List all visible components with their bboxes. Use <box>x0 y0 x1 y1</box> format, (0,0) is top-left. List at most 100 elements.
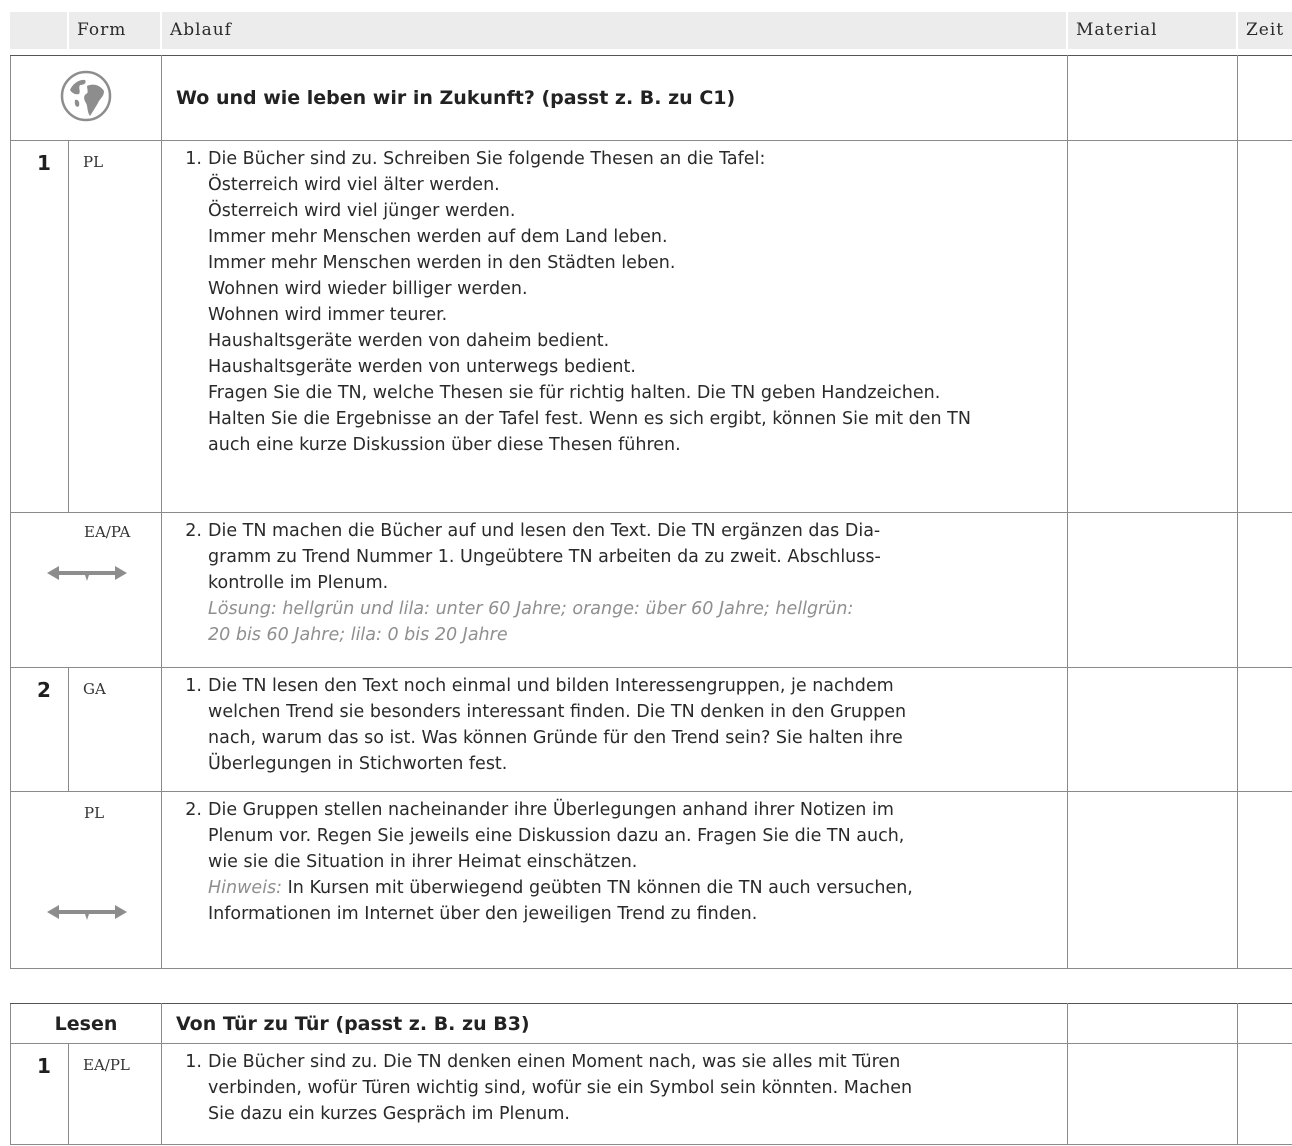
solution-line: 20 bis 60 Jahre; lila: 0 bis 20 Jahre <box>208 625 508 645</box>
step-line: welchen Trend sie besonders interessant … <box>208 702 907 722</box>
step-line: nach, warum das so ist. Was können Gründ… <box>208 728 903 748</box>
section-1-icon-cell <box>10 55 162 141</box>
column-header-bar: Form Ablauf Material Zeit <box>10 12 1292 49</box>
header-form-label: Form <box>77 20 127 40</box>
header-ablauf: Ablauf <box>162 12 1066 49</box>
step-line: Haushaltsgeräte werden von unterwegs bed… <box>208 357 636 377</box>
section-2-label-cell: Lesen <box>10 1003 162 1044</box>
step-line: auch eine kurze Diskussion über diese Th… <box>208 435 681 455</box>
step-block: 1. Die TN lesen den Text noch einmal und… <box>162 668 1067 783</box>
step-line: Österreich wird viel jünger werden. <box>208 201 516 221</box>
step-line: Wohnen wird immer teurer. <box>208 305 448 325</box>
row-form-cell: EA/PA <box>10 512 162 668</box>
step-line: gramm zu Trend Nummer 1. Ungeübtere TN a… <box>208 547 881 567</box>
step-line: Immer mehr Menschen werden in den Städte… <box>208 253 676 273</box>
row-ablauf-cell: 1. Die TN lesen den Text noch einmal und… <box>161 667 1068 792</box>
step-line: Überlegungen in Stichworten fest. <box>208 754 508 774</box>
table-row: PL 2. Die Gruppen stellen nacheinander i… <box>10 791 1292 969</box>
step-number: 2. <box>185 521 202 541</box>
double-arrow-icon <box>47 905 127 920</box>
row-material-cell <box>1067 1043 1238 1145</box>
section-2-title: Von Tür zu Tür (passt z. B. zu B3) <box>176 1012 530 1035</box>
step-line: Die TN lesen den Text noch einmal und bi… <box>208 676 894 696</box>
step-text: Die TN machen die Bücher auf und lesen d… <box>206 518 881 648</box>
section-2-title-cell: Von Tür zu Tür (passt z. B. zu B3) <box>161 1003 1068 1044</box>
row-form: PL <box>83 153 104 171</box>
step-line: Wohnen wird wieder billiger werden. <box>208 279 528 299</box>
row-form-cell: PL <box>10 791 162 969</box>
header-ablauf-label: Ablauf <box>170 20 232 40</box>
step-text: Die Bücher sind zu. Schreiben Sie folgen… <box>206 146 971 458</box>
step-block: 2. Die TN machen die Bücher auf und lese… <box>162 513 1067 654</box>
hint-label: Hinweis: <box>208 878 283 898</box>
row-form-cell: GA <box>68 667 162 792</box>
step-line: Plenum vor. Regen Sie jeweils eine Disku… <box>208 826 905 846</box>
row-ablauf-cell: 1. Die Bücher sind zu. Die TN denken ein… <box>161 1043 1068 1145</box>
row-number-cell: 2 <box>10 667 69 792</box>
step-line: Haushaltsgeräte werden von daheim bedien… <box>208 331 610 351</box>
section-1-material-cell <box>1067 55 1238 141</box>
row-number-cell: 1 <box>10 1043 69 1145</box>
section-2-table: Lesen Von Tür zu Tür (passt z. B. zu B3)… <box>10 1003 1292 1145</box>
header-blank <box>10 12 67 49</box>
globe-icon <box>60 70 112 122</box>
section-1-title: Wo und wie leben wir in Zukunft? (passt … <box>176 87 736 109</box>
section-1-title-row: Wo und wie leben wir in Zukunft? (passt … <box>10 55 1292 141</box>
section-2-title-row: Lesen Von Tür zu Tür (passt z. B. zu B3) <box>10 1003 1292 1044</box>
row-form-cell: PL <box>68 140 162 513</box>
row-form-cell: EA/PL <box>68 1043 162 1145</box>
row-number: 1 <box>37 1054 51 1078</box>
table-row: 1 PL 1. Die Bücher sind zu. Schreiben Si… <box>10 140 1292 513</box>
section-2-zeit-cell <box>1237 1003 1292 1044</box>
step-line: Immer mehr Menschen werden auf dem Land … <box>208 227 668 247</box>
row-material-cell <box>1067 512 1238 668</box>
step-number: 1. <box>185 149 202 169</box>
step-number: 2. <box>185 800 202 820</box>
step-text: Die Bücher sind zu. Die TN denken einen … <box>206 1049 912 1127</box>
step-line: Informationen im Internet über den jewei… <box>208 904 758 924</box>
step-line: Sie dazu ein kurzes Gespräch im Plenum. <box>208 1104 570 1124</box>
row-form: GA <box>83 680 106 698</box>
row-number: 1 <box>37 151 51 175</box>
section-2-material-cell <box>1067 1003 1238 1044</box>
step-number: 1. <box>185 676 202 696</box>
row-zeit-cell <box>1237 791 1292 969</box>
row-zeit-cell <box>1237 667 1292 792</box>
hint-line: Hinweis: In Kursen mit überwiegend geübt… <box>208 875 913 901</box>
row-material-cell <box>1067 667 1238 792</box>
row-number-cell: 1 <box>10 140 69 513</box>
header-material: Material <box>1068 12 1236 49</box>
row-zeit-cell <box>1237 512 1292 668</box>
step-text: Die Gruppen stellen nacheinander ihre Üb… <box>206 797 913 927</box>
hint-text: In Kursen mit überwiegend geübten TN kön… <box>282 878 913 898</box>
step-block: 1. Die Bücher sind zu. Schreiben Sie fol… <box>162 141 1067 464</box>
table-row: 1 EA/PL 1. Die Bücher sind zu. Die TN de… <box>10 1043 1292 1145</box>
header-form: Form <box>69 12 160 49</box>
row-zeit-cell <box>1237 1043 1292 1145</box>
row-number: 2 <box>37 678 51 702</box>
table-row: 2 GA 1. Die TN lesen den Text noch einma… <box>10 667 1292 792</box>
section-1-title-cell: Wo und wie leben wir in Zukunft? (passt … <box>161 55 1068 141</box>
step-line: Österreich wird viel älter werden. <box>208 175 500 195</box>
step-block: 1. Die Bücher sind zu. Die TN denken ein… <box>162 1044 1067 1133</box>
row-ablauf-cell: 1. Die Bücher sind zu. Schreiben Sie fol… <box>161 140 1068 513</box>
row-form: EA/PA <box>84 523 131 541</box>
row-zeit-cell <box>1237 140 1292 513</box>
step-line: Die Bücher sind zu. Die TN denken einen … <box>208 1052 901 1072</box>
row-form: EA/PL <box>83 1056 130 1074</box>
step-line: Fragen Sie die TN, welche Thesen sie für… <box>208 383 941 403</box>
row-ablauf-cell: 2. Die TN machen die Bücher auf und lese… <box>161 512 1068 668</box>
header-zeit: Zeit <box>1238 12 1292 49</box>
step-line: Die Gruppen stellen nacheinander ihre Üb… <box>208 800 894 820</box>
solution-line: Lösung: hellgrün und lila: unter 60 Jahr… <box>208 599 854 619</box>
table-row: EA/PA 2. Die TN machen die Bücher auf un… <box>10 512 1292 668</box>
row-material-cell <box>1067 791 1238 969</box>
step-text: Die TN lesen den Text noch einmal und bi… <box>206 673 906 777</box>
section-1-table: Wo und wie leben wir in Zukunft? (passt … <box>10 55 1292 969</box>
row-ablauf-cell: 2. Die Gruppen stellen nacheinander ihre… <box>161 791 1068 969</box>
step-line: wie sie die Situation in ihrer Heimat ei… <box>208 852 638 872</box>
header-zeit-label: Zeit <box>1246 20 1285 40</box>
step-line: kontrolle im Plenum. <box>208 573 389 593</box>
section-1-zeit-cell <box>1237 55 1292 141</box>
step-line: Halten Sie die Ergebnisse an der Tafel f… <box>208 409 971 429</box>
